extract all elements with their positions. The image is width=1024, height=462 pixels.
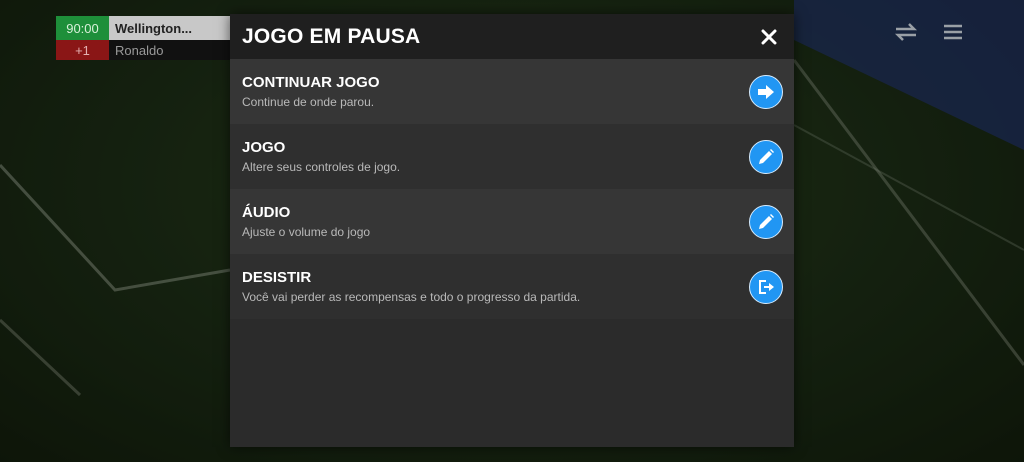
arrow-right-icon[interactable]	[749, 74, 783, 109]
pencil-icon[interactable]	[749, 204, 783, 239]
pause-modal: JOGO EM PAUSA CONTINUAR JOGO Continue de…	[230, 14, 794, 447]
exit-icon[interactable]	[749, 269, 783, 304]
scoreboard: 90:00 Wellington... +1 Ronaldo	[56, 16, 232, 64]
match-time: 90:00	[56, 16, 109, 40]
menu-item-game[interactable]: JOGO Altere seus controles de jogo.	[230, 124, 794, 189]
menu-item-label: ÁUDIO	[242, 204, 291, 221]
menu-item-quit[interactable]: DESISTIR Você vai perder as recompensas …	[230, 254, 794, 319]
switch-icon	[893, 20, 919, 44]
player-name-primary: Wellington...	[109, 16, 232, 40]
menu-item-label: DESISTIR	[242, 269, 312, 286]
added-time: +1	[56, 40, 109, 60]
menu-item-audio[interactable]: ÁUDIO Ajuste o volume do jogo	[230, 189, 794, 254]
menu-item-continue[interactable]: CONTINUAR JOGO Continue de onde parou.	[230, 59, 794, 124]
menu-item-description: Altere seus controles de jogo.	[242, 160, 401, 174]
player-name-secondary: Ronaldo	[109, 40, 232, 60]
menu-item-label: JOGO	[242, 139, 286, 156]
menu-item-description: Ajuste o volume do jogo	[242, 225, 371, 239]
menu-item-description: Continue de onde parou.	[242, 95, 375, 109]
menu-icon	[940, 20, 966, 44]
modal-header: JOGO EM PAUSA	[230, 14, 794, 59]
close-icon[interactable]	[758, 26, 780, 48]
modal-title: JOGO EM PAUSA	[242, 24, 421, 48]
menu-item-label: CONTINUAR JOGO	[242, 74, 380, 91]
menu-item-description: Você vai perder as recompensas e todo o …	[242, 290, 581, 304]
pencil-icon[interactable]	[749, 139, 783, 174]
